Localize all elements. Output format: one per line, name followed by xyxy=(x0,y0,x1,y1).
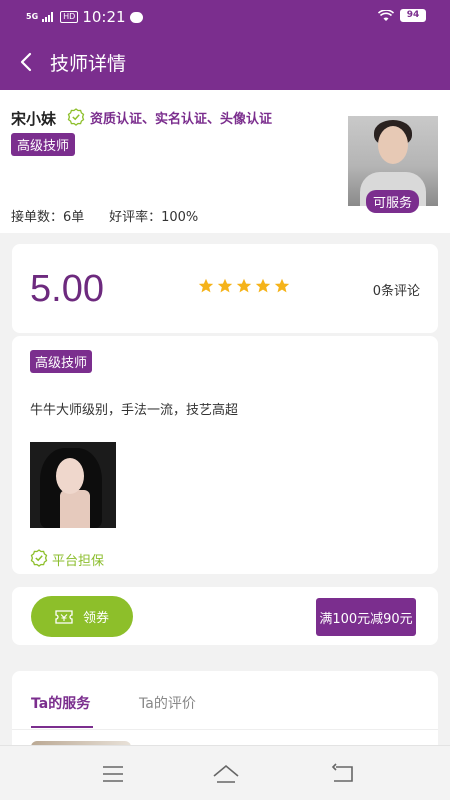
level-badge: 高级技师 xyxy=(11,133,76,156)
active-tab-indicator xyxy=(31,726,93,728)
star-rating xyxy=(198,278,290,294)
signal-bars-icon xyxy=(42,12,54,22)
hd-badge: HD xyxy=(60,11,79,23)
star-icon xyxy=(255,278,271,293)
star-icon xyxy=(198,278,214,293)
review-count[interactable]: 0条评论 xyxy=(373,280,420,299)
intro-level-badge: 高级技师 xyxy=(30,350,93,373)
status-time: 10:21 xyxy=(82,8,126,26)
intro-card: 高级技师 牛牛大师级别，手法一流，技艺高超 平台担保 xyxy=(12,336,438,574)
battery-icon: 94 xyxy=(400,9,426,22)
discount-badge[interactable]: 满100元减90元 xyxy=(316,598,416,636)
technician-profile: 宋小妹 资质认证、实名认证、头像认证 高级技师 接单数：6单 好评率：100% … xyxy=(0,90,450,233)
home-icon[interactable] xyxy=(212,762,240,786)
verified-check-icon xyxy=(67,108,85,126)
nav-bar: 技师详情 xyxy=(0,34,450,90)
platform-guarantee: 平台担保 xyxy=(52,554,105,569)
signal-indicator: 5G xyxy=(26,12,39,21)
guarantee-check-icon xyxy=(30,549,48,567)
return-icon[interactable] xyxy=(330,762,354,786)
back-arrow-icon[interactable] xyxy=(14,48,42,76)
star-icon xyxy=(274,278,290,293)
get-coupon-label: 领券 xyxy=(82,611,109,626)
page-title: 技师详情 xyxy=(50,53,127,75)
availability-badge: 可服务 xyxy=(366,190,420,213)
system-navigation-bar xyxy=(0,745,450,800)
wifi-icon xyxy=(378,9,394,21)
technician-photo[interactable] xyxy=(30,442,116,528)
status-bar: 5G HD 10:21 94 xyxy=(0,0,450,34)
verification-list: 资质认证、实名认证、头像认证 xyxy=(90,112,273,127)
intro-description: 牛牛大师级别，手法一流，技艺高超 xyxy=(30,403,239,418)
star-icon xyxy=(236,278,252,293)
tab-reviews[interactable]: Ta的评价 xyxy=(139,693,196,713)
star-icon xyxy=(217,278,233,293)
coupon-card: 领券 满100元减90元 xyxy=(12,587,438,645)
tabs-divider xyxy=(12,729,438,730)
tab-services[interactable]: Ta的服务 xyxy=(31,693,90,713)
ticket-icon xyxy=(55,609,73,624)
get-coupon-button[interactable]: 领券 xyxy=(31,596,133,637)
menu-icon[interactable] xyxy=(101,762,125,786)
technician-name: 宋小妹 xyxy=(11,110,57,128)
rating-card: 5.00 0条评论 xyxy=(12,244,438,333)
rating-score: 5.00 xyxy=(30,268,104,310)
order-stats: 接单数：6单 好评率：100% xyxy=(11,210,199,225)
message-notification-icon xyxy=(129,11,143,23)
